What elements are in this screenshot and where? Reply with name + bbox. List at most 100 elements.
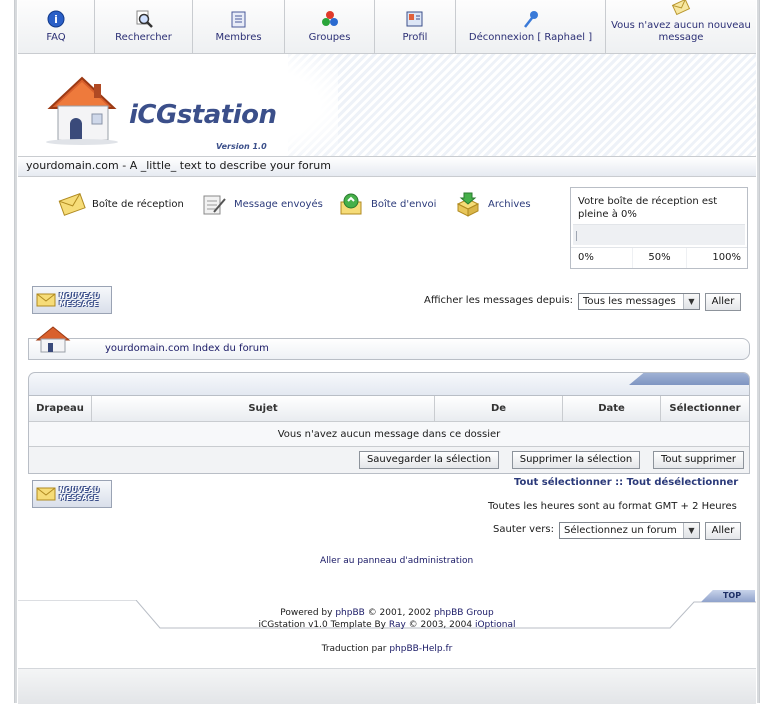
admin-panel-link[interactable]: Aller au panneau d'administration xyxy=(320,556,473,566)
quota-progress-bar xyxy=(573,224,745,245)
jump-forum-select[interactable]: Sélectionnez un forum ▼ xyxy=(559,522,700,539)
message-table-header-bar xyxy=(28,372,750,396)
delete-selection-button[interactable]: Supprimer la sélection xyxy=(512,451,640,469)
profile-icon xyxy=(405,9,425,29)
svg-text:i: i xyxy=(54,13,58,26)
nav-members[interactable]: Membres xyxy=(193,0,285,53)
footer-bar xyxy=(18,668,756,704)
members-icon xyxy=(229,9,249,29)
quota-scale-min: 0% xyxy=(571,248,633,268)
column-select: Sélectionner xyxy=(669,403,741,414)
nav-messages-line2: message xyxy=(658,32,704,43)
nav-groups[interactable]: Groupes xyxy=(285,0,375,53)
nav-logout-label: Déconnexion [ Raphael ] xyxy=(468,32,593,43)
site-logo-text[interactable]: iCGstation xyxy=(129,100,277,130)
column-date: Date xyxy=(563,396,661,421)
timezone-info: Toutes les heures sont au format GMT + 2… xyxy=(488,501,737,512)
new-message-envelope-icon xyxy=(36,292,56,308)
nav-faq-label: FAQ xyxy=(46,32,66,43)
ioptional-link[interactable]: iOptional xyxy=(475,620,516,630)
select-all-link[interactable]: Tout sélectionner xyxy=(514,477,612,488)
nav-groups-label: Groupes xyxy=(308,32,351,43)
nav-profile[interactable]: Profil xyxy=(375,0,456,53)
new-message-line2: MESSAGE xyxy=(59,494,99,502)
powered-by-line: Powered by phpBB © 2001, 2002 phpBB Grou… xyxy=(280,608,494,618)
page-frame: i FAQ Rechercher Membres Groupes Profil … xyxy=(15,0,759,704)
jump-label: Sauter vers: xyxy=(493,524,554,535)
folder-sent[interactable]: Message envoyés xyxy=(200,190,323,218)
save-selection-button[interactable]: Sauvegarder la sélection xyxy=(359,451,499,469)
quota-progress-fill xyxy=(576,231,577,241)
phpbb-link[interactable]: phpBB xyxy=(335,608,364,618)
empty-folder-message: Vous n'avez aucun message dans ce dossie… xyxy=(29,422,749,447)
folder-inbox-label: Boîte de réception xyxy=(92,198,184,210)
ray-link[interactable]: Ray xyxy=(389,620,406,630)
nav-messages-line1: Vous n'avez aucun nouveau xyxy=(611,20,751,31)
folder-outbox-label: Boîte d'envoi xyxy=(371,198,437,210)
selection-links: Tout sélectionner :: Tout désélectionner xyxy=(514,477,738,488)
phpbb-help-link[interactable]: phpBB-Help.fr xyxy=(389,644,452,654)
banner-pattern xyxy=(288,54,756,156)
sent-messages-icon xyxy=(200,190,228,218)
logo-version: Version 1.0 xyxy=(216,142,267,151)
breadcrumb-forum-index[interactable]: yourdomain.com Index du forum xyxy=(105,343,269,354)
site-description: yourdomain.com - A _little_ text to desc… xyxy=(26,159,331,172)
folder-outbox[interactable]: Boîte d'envoi xyxy=(337,190,436,218)
jump-go-button[interactable]: Aller xyxy=(705,522,741,540)
delete-all-button[interactable]: Tout supprimer xyxy=(653,451,744,469)
archives-icon xyxy=(454,190,482,218)
site-description-bar: yourdomain.com - A _little_ text to desc… xyxy=(18,156,756,177)
table-header-row: Drapeau Sujet De Date Sélectionner xyxy=(29,396,749,422)
filter-select[interactable]: Tous les messages ▼ xyxy=(578,293,700,310)
filter-label: Afficher les messages depuis: xyxy=(424,295,573,306)
jump-select-value: Sélectionnez un forum xyxy=(564,525,677,536)
quota-scale: 0% 50% 100% xyxy=(571,247,747,268)
new-message-button[interactable]: NOUVEAU MESSAGE xyxy=(32,286,112,314)
column-subject: Sujet xyxy=(92,396,435,421)
envelope-icon xyxy=(671,0,691,17)
chevron-down-icon: ▼ xyxy=(683,294,699,309)
deselect-all-link[interactable]: Tout désélectionner xyxy=(627,477,739,488)
outbox-icon xyxy=(337,190,365,218)
search-icon xyxy=(134,9,154,29)
groups-icon xyxy=(320,9,340,29)
column-flag: Drapeau xyxy=(29,396,92,421)
translation-credit-line: Traduction par phpBB-Help.fr xyxy=(321,644,453,654)
nav-members-label: Membres xyxy=(215,32,262,43)
nav-faq[interactable]: i FAQ xyxy=(18,0,95,53)
nav-logout[interactable]: Déconnexion [ Raphael ] xyxy=(456,0,606,53)
column-from: De xyxy=(435,396,563,421)
top-nav: i FAQ Rechercher Membres Groupes Profil … xyxy=(18,0,756,54)
back-to-top-button[interactable]: TOP xyxy=(701,590,755,602)
new-message-line1: NOUVEAU xyxy=(59,486,100,494)
quota-scale-mid: 50% xyxy=(633,248,688,268)
house-logo-icon[interactable] xyxy=(36,66,128,149)
breadcrumb-house-icon[interactable] xyxy=(31,324,75,357)
table-actions-row: Sauvegarder la sélection Supprimer la sé… xyxy=(29,447,749,473)
new-message-button-bottom[interactable]: NOUVEAU MESSAGE xyxy=(32,480,112,508)
message-table: Drapeau Sujet De Date Sélectionner Vous … xyxy=(28,395,750,474)
nav-search[interactable]: Rechercher xyxy=(95,0,193,53)
inbox-quota-box: Votre boîte de réception est pleine à 0%… xyxy=(570,187,748,269)
phpbb-group-link[interactable]: phpBB Group xyxy=(434,608,494,618)
chevron-down-icon: ▼ xyxy=(683,523,699,538)
key-icon xyxy=(521,9,541,29)
folder-archives[interactable]: Archives xyxy=(454,190,531,218)
header-banner: iCGstation Version 1.0 xyxy=(18,54,756,156)
folder-sent-label: Message envoyés xyxy=(234,198,323,210)
filter-select-value: Tous les messages xyxy=(583,296,676,307)
quota-line2: pleine à 0% xyxy=(578,209,637,220)
folder-inbox[interactable]: Boîte de réception xyxy=(58,190,184,218)
selection-separator: :: xyxy=(615,477,624,488)
nav-private-messages[interactable]: Vous n'avez aucun nouveau message xyxy=(606,0,756,53)
inbox-envelope-icon xyxy=(58,190,86,218)
new-message-line2: MESSAGE xyxy=(59,300,99,308)
breadcrumb: yourdomain.com Index du forum xyxy=(28,338,750,360)
nav-profile-label: Profil xyxy=(402,32,428,43)
new-message-envelope-icon xyxy=(36,486,56,502)
filter-go-button[interactable]: Aller xyxy=(705,293,741,311)
folder-archives-label: Archives xyxy=(488,198,531,210)
new-message-line1: NOUVEAU xyxy=(59,292,100,300)
quota-scale-max: 100% xyxy=(712,252,742,263)
nav-search-label: Rechercher xyxy=(115,32,172,43)
